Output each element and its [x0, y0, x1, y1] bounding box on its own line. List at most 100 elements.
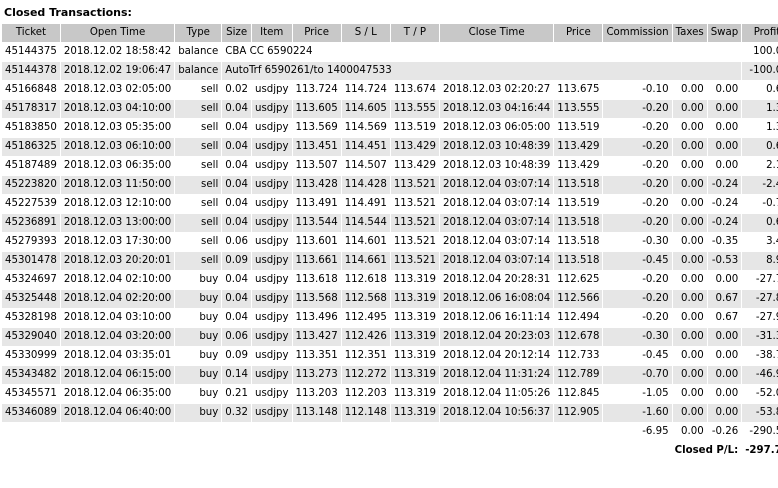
size-cell: 0.04	[222, 214, 251, 232]
header-close-time[interactable]: Close Time	[439, 24, 554, 42]
close-time-cell: 2018.12.03 10:48:39	[439, 157, 554, 175]
table-row[interactable]: 45345571 2018.12.04 06:35:00 buy 0.21 usdjpy…	[2, 385, 778, 403]
table-row[interactable]: 45328198 2018.12.04 03:10:00 buy 0.04 usdjpy…	[2, 309, 778, 327]
close-time-cell: 2018.12.06 16:11:14	[439, 309, 554, 327]
balance-comment-cell: AutoTrf 6590261/to 1400047533	[222, 62, 742, 80]
swap-cell: -0.35	[707, 233, 742, 251]
header-swap[interactable]: Swap	[707, 24, 742, 42]
open-time-cell: 2018.12.04 02:10:00	[60, 271, 175, 289]
close-price-cell: 113.519	[554, 195, 603, 213]
take-profit-cell: 113.319	[390, 328, 439, 346]
take-profit-cell: 113.319	[390, 404, 439, 422]
header-profit[interactable]: Profit	[742, 24, 778, 42]
ticket-cell: 45346089	[2, 404, 60, 422]
profit-cell: -0.78	[742, 195, 778, 213]
commission-cell: -0.20	[603, 309, 672, 327]
item-cell: usdjpy	[251, 214, 292, 232]
table-row[interactable]: 45187489 2018.12.03 06:35:00 sell 0.04 usdjp…	[2, 157, 778, 175]
header-ticket[interactable]: Ticket	[2, 24, 60, 42]
header-size[interactable]: Size	[222, 24, 251, 42]
taxes-cell: 0.00	[672, 157, 707, 175]
table-row[interactable]: 45324697 2018.12.04 02:10:00 buy 0.04 usdjpy…	[2, 271, 778, 289]
taxes-cell: 0.00	[672, 119, 707, 137]
taxes-cell: 0.00	[672, 138, 707, 156]
header-type[interactable]: Type	[175, 24, 222, 42]
item-cell: usdjpy	[251, 404, 292, 422]
table-row[interactable]: 45301478 2018.12.03 20:20:01 sell 0.09 usdjp…	[2, 252, 778, 270]
taxes-cell: 0.00	[672, 233, 707, 251]
table-row[interactable]: 45343482 2018.12.04 06:15:00 buy 0.14 usdjpy…	[2, 366, 778, 384]
size-cell: 0.04	[222, 119, 251, 137]
table-row[interactable]: 45325448 2018.12.04 02:20:00 buy 0.04 usdjpy…	[2, 290, 778, 308]
type-cell: sell	[175, 119, 222, 137]
open-price-cell: 113.618	[292, 271, 341, 289]
ticket-cell: 45223820	[2, 176, 60, 194]
close-price-cell: 112.625	[554, 271, 603, 289]
profit-cell: -52.07	[742, 385, 778, 403]
totals-taxes: 0.00	[672, 423, 707, 441]
size-cell: 0.06	[222, 233, 251, 251]
table-row[interactable]: 45227539 2018.12.03 12:10:00 sell 0.04 usdjp…	[2, 195, 778, 213]
open-price-cell: 113.427	[292, 328, 341, 346]
taxes-cell: 0.00	[672, 309, 707, 327]
ticket-cell: 45329040	[2, 328, 60, 346]
taxes-cell: 0.00	[672, 214, 707, 232]
item-cell: usdjpy	[251, 252, 292, 270]
header-item[interactable]: Item	[251, 24, 292, 42]
table-row-balance[interactable]: 45144375 2018.12.02 18:58:42 balance CBA…	[2, 43, 778, 61]
type-cell: sell	[175, 214, 222, 232]
commission-cell: -0.45	[603, 347, 672, 365]
item-cell: usdjpy	[251, 100, 292, 118]
close-time-cell: 2018.12.04 10:56:37	[439, 404, 554, 422]
table-row[interactable]: 45166848 2018.12.03 02:05:00 sell 0.02 usdjp…	[2, 81, 778, 99]
taxes-cell: 0.00	[672, 290, 707, 308]
close-price-cell: 113.675	[554, 81, 603, 99]
ticket-cell: 45186325	[2, 138, 60, 156]
open-time-cell: 2018.12.03 02:05:00	[60, 81, 175, 99]
swap-cell: -0.24	[707, 176, 742, 194]
table-row[interactable]: 45183850 2018.12.03 05:35:00 sell 0.04 usdjp…	[2, 119, 778, 137]
ticket-cell: 45328198	[2, 309, 60, 327]
close-price-cell: 112.678	[554, 328, 603, 346]
ticket-cell: 45325448	[2, 290, 60, 308]
size-cell: 0.14	[222, 366, 251, 384]
table-row[interactable]: 45178317 2018.12.03 04:10:00 sell 0.04 usdjp…	[2, 100, 778, 118]
close-time-cell: 2018.12.04 20:12:14	[439, 347, 554, 365]
commission-cell: -0.30	[603, 328, 672, 346]
take-profit-cell: 113.521	[390, 176, 439, 194]
table-row[interactable]: 45236891 2018.12.03 13:00:00 sell 0.04 usdjp…	[2, 214, 778, 232]
swap-cell: 0.00	[707, 385, 742, 403]
take-profit-cell: 113.674	[390, 81, 439, 99]
commission-cell: -0.20	[603, 100, 672, 118]
swap-cell: 0.00	[707, 328, 742, 346]
taxes-cell: 0.00	[672, 252, 707, 270]
open-time-cell: 2018.12.03 13:00:00	[60, 214, 175, 232]
table-row[interactable]: 45329040 2018.12.04 03:20:00 buy 0.06 usdjpy…	[2, 328, 778, 346]
size-cell: 0.04	[222, 195, 251, 213]
table-row[interactable]: 45279393 2018.12.03 17:30:00 sell 0.06 usdjp…	[2, 233, 778, 251]
totals-commission: -6.95	[603, 423, 672, 441]
header-stop-loss[interactable]: S / L	[341, 24, 390, 42]
table-row-balance[interactable]: 45144378 2018.12.02 19:06:47 balance Aut…	[2, 62, 778, 80]
profit-cell: 8.91	[742, 252, 778, 270]
take-profit-cell: 113.519	[390, 119, 439, 137]
closed-transactions-table: Ticket Open Time Type Size Item Price S …	[1, 23, 778, 461]
table-row[interactable]: 45186325 2018.12.03 06:10:00 sell 0.04 usdjp…	[2, 138, 778, 156]
table-row[interactable]: 45346089 2018.12.04 06:40:00 buy 0.32 usdjpy…	[2, 404, 778, 422]
header-close-price[interactable]: Price	[554, 24, 603, 42]
open-time-cell: 2018.12.02 19:06:47	[60, 62, 175, 80]
close-time-cell: 2018.12.03 06:05:00	[439, 119, 554, 137]
header-open-price[interactable]: Price	[292, 24, 341, 42]
size-cell: 0.04	[222, 309, 251, 327]
table-row[interactable]: 45330999 2018.12.04 03:35:01 buy 0.09 usdjpy…	[2, 347, 778, 365]
header-commission[interactable]: Commission	[603, 24, 672, 42]
open-price-cell: 113.203	[292, 385, 341, 403]
header-open-time[interactable]: Open Time	[60, 24, 175, 42]
header-taxes[interactable]: Taxes	[672, 24, 707, 42]
table-row[interactable]: 45223820 2018.12.03 11:50:00 sell 0.04 usdjp…	[2, 176, 778, 194]
close-price-cell: 113.519	[554, 119, 603, 137]
profit-cell: 1.38	[742, 119, 778, 137]
ticket-cell: 45330999	[2, 347, 60, 365]
open-time-cell: 2018.12.03 20:20:01	[60, 252, 175, 270]
header-take-profit[interactable]: T / P	[390, 24, 439, 42]
